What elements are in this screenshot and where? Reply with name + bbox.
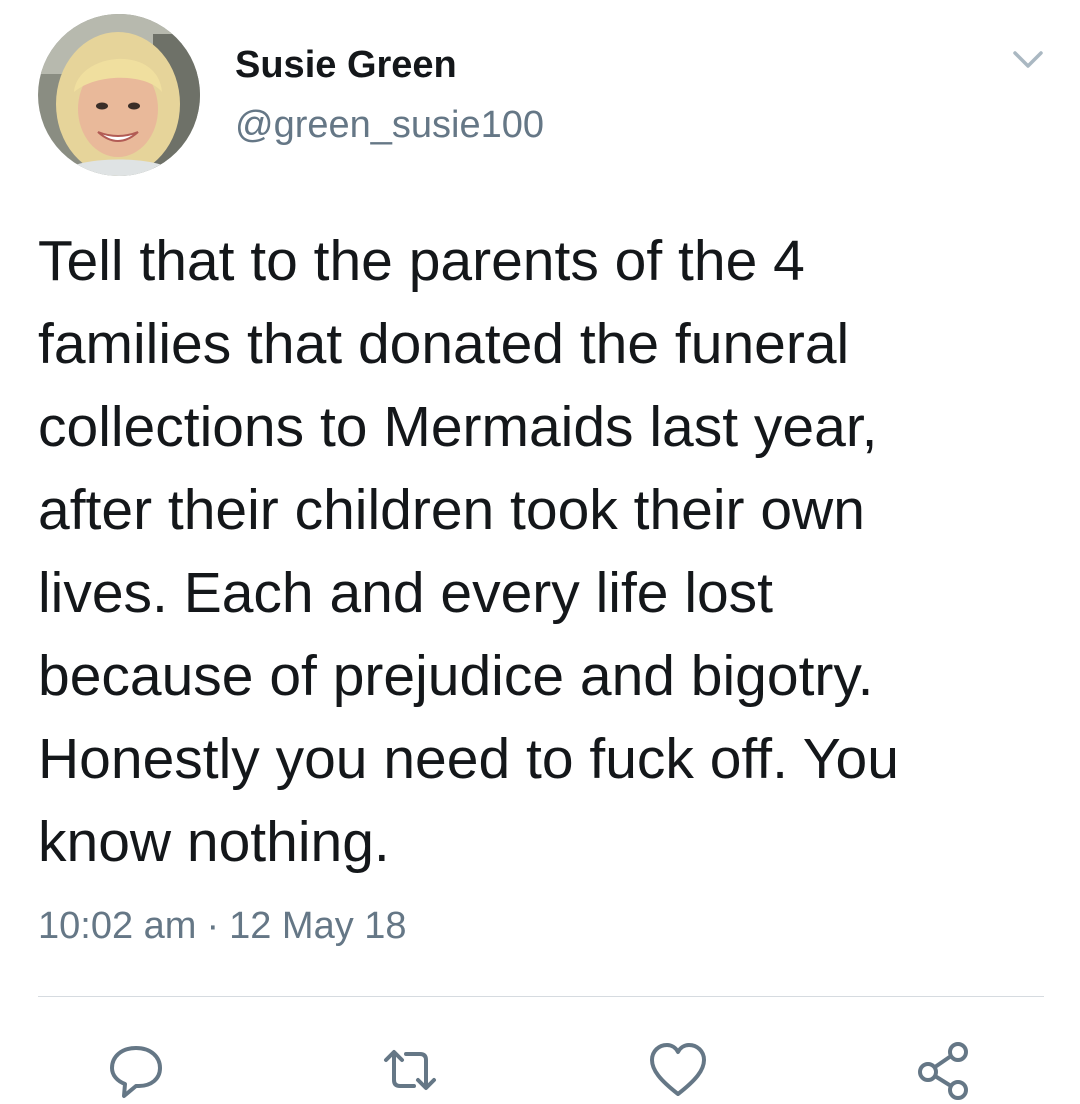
reply-button[interactable] — [106, 1040, 166, 1100]
tweet-card: Susie Green @green_susie100 Tell that to… — [0, 0, 1080, 1104]
share-icon — [918, 1042, 968, 1100]
chevron-down-icon[interactable] — [1010, 44, 1046, 74]
timestamp-separator: · — [206, 905, 220, 947]
like-icon — [650, 1043, 706, 1096]
like-button[interactable] — [648, 1040, 708, 1100]
tweet-date: 12 May 18 — [229, 905, 407, 947]
author-handle[interactable]: @green_susie100 — [235, 104, 544, 147]
tweet-time: 10:02 am — [38, 905, 197, 947]
reply-icon — [110, 1046, 162, 1098]
tweet-timestamp: 10:02 am · 12 May 18 — [38, 905, 407, 948]
avatar[interactable] — [38, 14, 200, 176]
author-name[interactable]: Susie Green — [235, 44, 457, 87]
tweet-text: Tell that to the parents of the 4 famili… — [38, 229, 899, 874]
retweet-button[interactable] — [380, 1040, 440, 1100]
share-button[interactable] — [914, 1040, 974, 1100]
profile-photo-icon — [38, 14, 200, 176]
retweet-icon — [384, 1050, 436, 1090]
divider — [38, 996, 1044, 997]
